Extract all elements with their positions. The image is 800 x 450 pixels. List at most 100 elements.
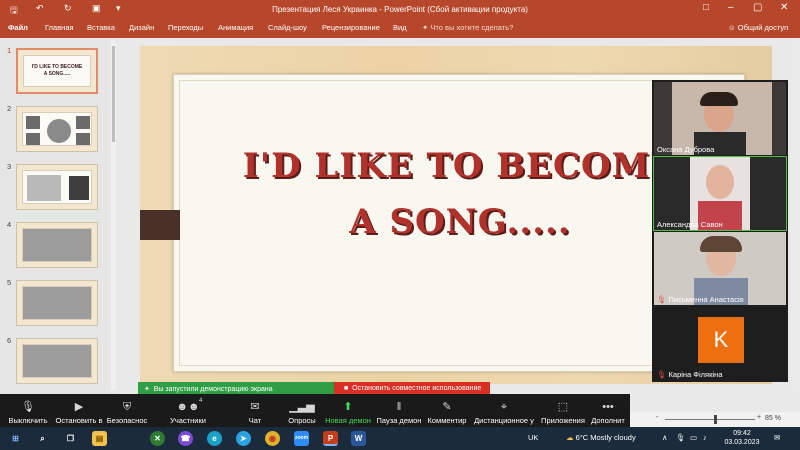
apps-button[interactable]: ⬚ Приложения <box>540 394 586 427</box>
lightbulb-icon: ✦ <box>422 23 429 32</box>
slide-thumbnail-4[interactable] <box>16 222 98 268</box>
video-camera-icon: ▶ <box>74 401 84 413</box>
decorative-tab <box>140 210 180 240</box>
apps-icon: ⬚ <box>557 401 569 413</box>
participant-tile[interactable]: Оксана Дуброва <box>654 82 786 155</box>
participant-avatar: K <box>698 317 744 363</box>
share-label: Общий доступ <box>737 23 789 32</box>
participant-name: Оксана Дуброва <box>657 145 715 154</box>
annotate-button[interactable]: ✎ Комментир <box>426 394 468 427</box>
zoom-slider-track[interactable] <box>665 419 755 420</box>
powerpoint-icon[interactable]: P <box>323 431 338 446</box>
tab-slideshow[interactable]: Слайд-шоу <box>268 23 307 32</box>
thumb-number: 6 <box>7 336 12 345</box>
apps-label: Приложения <box>541 416 585 425</box>
pause-icon: ‖ <box>396 401 402 413</box>
thumb-paper <box>22 286 92 320</box>
telegram-icon[interactable]: ➤ <box>236 431 251 446</box>
person-icon: ☺ <box>728 23 736 32</box>
thumb-number: 3 <box>7 162 12 171</box>
thumb-text-block <box>27 175 61 201</box>
tab-insert[interactable]: Вставка <box>87 23 115 32</box>
word-icon[interactable]: W <box>351 431 366 446</box>
remote-control-button[interactable]: ⌖ Дистанционное у <box>474 394 534 427</box>
zoom-out-button[interactable]: - <box>656 414 658 421</box>
tab-review[interactable]: Рецензирование <box>322 23 380 32</box>
microphone-tray-icon[interactable]: 🎙︎ <box>676 433 686 442</box>
thumb-photo <box>47 119 71 143</box>
windows-start-icon[interactable]: ⊞ <box>8 431 23 446</box>
slide-thumbnail-2[interactable] <box>16 106 98 152</box>
more-button[interactable]: ••• Дополнит <box>590 394 626 427</box>
battery-icon[interactable]: ▭ <box>690 433 697 442</box>
participant-hair <box>700 92 738 106</box>
participant-tile[interactable]: Александра Савон <box>653 156 787 231</box>
zoom-in-button[interactable]: + <box>757 414 761 421</box>
show-hidden-icons[interactable]: ∧ <box>662 433 668 442</box>
more-label: Дополнит <box>591 416 625 425</box>
search-icon[interactable]: ⌕ <box>35 431 50 446</box>
share-button[interactable]: ☺ Общий доступ <box>728 21 792 35</box>
slide-thumbnail-3[interactable] <box>16 164 98 210</box>
pause-share-button[interactable]: ‖ Пауза демон <box>376 394 422 427</box>
share-screen-icon: ⬆ <box>343 401 353 413</box>
task-view-icon[interactable]: ❐ <box>63 431 78 446</box>
participants-label: Участники <box>170 416 206 425</box>
slide-thumbnail-6[interactable] <box>16 338 98 384</box>
annotate-label: Комментир <box>427 416 467 425</box>
keyboard-language[interactable]: UK <box>528 433 538 442</box>
clock[interactable]: 09:42 03.03.2023 <box>722 429 762 447</box>
remote-control-icon: ⌖ <box>500 401 508 413</box>
participant-name-row: 🎙︎ Каріна Філякіна <box>657 370 722 379</box>
stop-video-label: Остановить в <box>55 416 103 425</box>
chat-button[interactable]: ✉ Чат <box>240 394 270 427</box>
notifications-icon[interactable]: ✉ <box>774 433 780 442</box>
muted-mic-icon: 🎙︎ <box>657 370 667 379</box>
stop-video-button[interactable]: ▶ Остановить в <box>54 394 104 427</box>
polls-button[interactable]: ▁▃▅ Опросы <box>284 394 320 427</box>
mute-button[interactable]: 🎙︎ Выключить <box>6 394 50 427</box>
participant-tile[interactable]: K 🎙︎ Каріна Філякіна <box>654 307 786 380</box>
ribbon-display-icon[interactable]: □ <box>703 2 709 13</box>
zoom-video-panel: Оксана Дуброва Александра Савон 🎙︎ Письме… <box>652 80 788 382</box>
security-label: Безопаснос <box>106 416 148 425</box>
file-explorer-icon[interactable]: ▤ <box>92 431 107 446</box>
ribbon-tabs: Файл Главная Вставка Дизайн Переходы Ани… <box>0 18 800 38</box>
thumb-paper <box>22 344 92 378</box>
tab-design[interactable]: Дизайн <box>129 23 154 32</box>
xbox-icon[interactable]: ✕ <box>150 431 165 446</box>
participant-tile[interactable]: 🎙︎ Письменна Анастасія <box>654 232 786 305</box>
zoom-icon[interactable]: zoom <box>294 431 309 446</box>
chrome-icon[interactable]: ◉ <box>265 431 280 446</box>
tab-view[interactable]: Вид <box>393 23 407 32</box>
thumbnail-scrollbar[interactable] <box>111 40 116 390</box>
minimize-icon[interactable]: – <box>728 2 734 13</box>
scrollbar-thumb[interactable] <box>112 46 115 142</box>
speaker-icon[interactable]: ♪ <box>703 433 707 442</box>
tab-file[interactable]: Файл <box>8 23 28 32</box>
slide-thumbnail-1[interactable]: I'D LIKE TO BECOME A SONG..... <box>16 48 98 94</box>
participant-name: Письменна Анастасія <box>668 295 744 304</box>
new-share-button[interactable]: ⬆ Новая демон <box>324 394 372 427</box>
viber-icon[interactable]: ☎ <box>178 431 193 446</box>
tab-transitions[interactable]: Переходы <box>168 23 203 32</box>
muted-mic-icon: 🎙︎ <box>657 295 667 304</box>
slide-scrollbar[interactable] <box>790 38 800 394</box>
slide-thumbnail-5[interactable] <box>16 280 98 326</box>
security-button[interactable]: ⛨ Безопаснос <box>106 394 148 427</box>
weather-widget[interactable]: ☁ 6°C Mostly cloudy <box>566 433 636 442</box>
edge-icon[interactable]: e <box>207 431 222 446</box>
microphone-icon: 🎙︎ <box>21 401 35 413</box>
tell-me-search[interactable]: ✦ Что вы хотите сделать? <box>422 23 513 32</box>
tab-home[interactable]: Главная <box>45 23 74 32</box>
tab-animations[interactable]: Анимация <box>218 23 253 32</box>
zoom-slider-thumb[interactable] <box>714 415 717 424</box>
maximize-icon[interactable]: ▢ <box>753 2 762 13</box>
thumb-paper <box>22 228 92 262</box>
thumb-photo <box>76 116 90 129</box>
zoom-level[interactable]: 85 % <box>765 415 781 422</box>
polls-label: Опросы <box>288 416 316 425</box>
close-icon[interactable]: ✕ <box>780 2 788 13</box>
clock-date: 03.03.2023 <box>724 439 760 446</box>
thumb-paper <box>22 112 92 146</box>
